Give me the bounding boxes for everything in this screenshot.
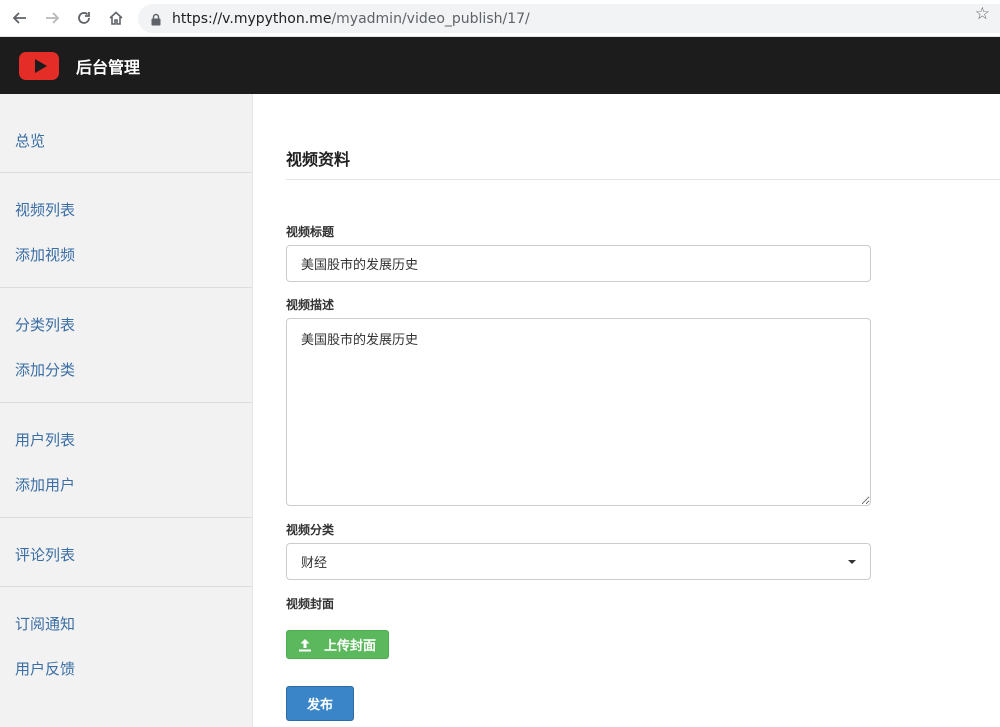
description-textarea[interactable]: 美国股市的发展历史 — [286, 318, 871, 506]
arrow-right-icon — [46, 12, 60, 24]
back-button[interactable] — [4, 0, 36, 37]
app-header: 后台管理 — [0, 37, 1000, 94]
url-host: https://v.mypython.me — [172, 10, 332, 27]
section-divider — [286, 179, 1000, 180]
sidebar-item-user-list[interactable]: 用户列表 — [15, 429, 75, 450]
sidebar-item-category-list[interactable]: 分类列表 — [15, 314, 75, 335]
home-button[interactable] — [100, 0, 132, 37]
title-label: 视频标题 — [286, 225, 335, 239]
url-text: https://v.mypython.me/myadmin/video_publ… — [172, 11, 530, 27]
sidebar-divider — [0, 586, 252, 587]
sidebar-item-subscriptions[interactable]: 订阅通知 — [15, 613, 75, 634]
home-icon — [109, 11, 123, 25]
category-select[interactable]: 财经 — [286, 543, 871, 580]
main-content: 视频资料 视频标题 视频描述 美国股市的发展历史 视频分类 财经 视频封面 上传… — [253, 94, 1000, 727]
upload-icon — [299, 638, 311, 651]
publish-button[interactable]: 发布 — [286, 686, 354, 721]
sidebar-divider — [0, 172, 252, 173]
sidebar-item-add-video[interactable]: 添加视频 — [15, 244, 75, 265]
sidebar: 总览 视频列表 添加视频 分类列表 添加分类 用户列表 添加用户 评论列表 订阅… — [0, 94, 253, 727]
cover-label: 视频封面 — [286, 597, 335, 611]
reload-button[interactable] — [68, 0, 100, 37]
star-icon[interactable]: ☆ — [975, 4, 990, 24]
sidebar-item-add-user[interactable]: 添加用户 — [15, 474, 75, 495]
app-title: 后台管理 — [76, 57, 141, 77]
category-label: 视频分类 — [286, 523, 335, 537]
sidebar-divider — [0, 517, 252, 518]
upload-cover-label: 上传封面 — [324, 639, 377, 654]
arrow-left-icon — [12, 12, 26, 24]
lock-icon — [150, 12, 162, 26]
section-title: 视频资料 — [286, 150, 351, 169]
sidebar-item-add-category[interactable]: 添加分类 — [15, 359, 75, 380]
url-path: /myadmin/video_publish/17/ — [331, 10, 530, 27]
browser-toolbar: https://v.mypython.me/myadmin/video_publ… — [0, 0, 1000, 37]
reload-icon — [78, 12, 90, 24]
sidebar-divider — [0, 402, 252, 403]
sidebar-item-feedback[interactable]: 用户反馈 — [15, 658, 75, 679]
caret-down-icon — [848, 559, 856, 564]
sidebar-item-comment-list[interactable]: 评论列表 — [15, 544, 75, 565]
address-bar[interactable]: https://v.mypython.me/myadmin/video_publ… — [138, 4, 1000, 33]
upload-cover-button[interactable]: 上传封面 — [286, 630, 389, 659]
sidebar-divider — [0, 287, 252, 288]
title-input[interactable] — [286, 245, 871, 282]
play-logo-icon[interactable] — [19, 51, 59, 80]
sidebar-item-overview[interactable]: 总览 — [15, 130, 45, 151]
sidebar-item-video-list[interactable]: 视频列表 — [15, 199, 75, 220]
description-label: 视频描述 — [286, 298, 335, 312]
category-selected-value: 财经 — [301, 556, 328, 571]
forward-button[interactable] — [36, 0, 68, 37]
